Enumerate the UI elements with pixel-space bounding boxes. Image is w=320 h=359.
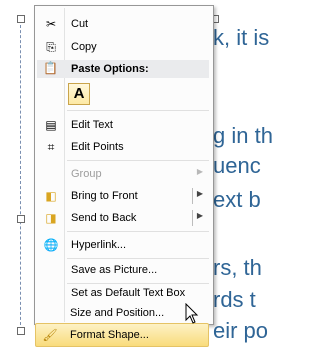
menu-item-label: Send to Back [71, 212, 137, 224]
mouse-cursor-icon [185, 303, 199, 324]
menu-item-label: Bring to Front [71, 190, 138, 202]
submenu-arrow-icon: ▶ [196, 167, 203, 176]
paint-brush-icon: 🖌 [42, 328, 58, 342]
menu-separator [67, 231, 209, 232]
menu-item-label: Hyperlink... [71, 239, 127, 251]
document-text-line: uenc [213, 153, 261, 178]
document-text-line: ext b [213, 187, 261, 212]
document-text-line: k, it is [213, 25, 270, 50]
menu-item-label: Save as Picture... [71, 264, 158, 276]
copy-icon: ⎘ [46, 40, 56, 54]
menu-separator [67, 160, 209, 161]
menu-item-label: Edit Points [71, 141, 124, 153]
split-divider [192, 210, 193, 226]
context-menu: ✂ Cut ⎘ Copy 📋 Paste Options: A ▤ Edit T… [34, 5, 214, 325]
resize-handle[interactable] [17, 15, 25, 23]
menu-item-edit-text[interactable]: ▤ Edit Text [37, 114, 209, 136]
menu-item-bring-to-front[interactable]: ◧ Bring to Front ▶ [37, 185, 209, 207]
menu-item-label: Set as Default Text Box [71, 287, 186, 299]
menu-separator [67, 110, 209, 111]
edit-points-icon: ⌗ [47, 140, 55, 154]
menu-item-hyperlink[interactable]: 🌐 Hyperlink... [37, 234, 209, 256]
menu-item-label: Format Shape... [70, 329, 149, 341]
menu-item-set-default-text-box[interactable]: Set as Default Text Box [37, 282, 209, 304]
menu-item-format-shape[interactable]: 🖌 Format Shape... [35, 323, 209, 347]
document-text-line: eir po [213, 318, 269, 343]
menu-item-save-as-picture[interactable]: Save as Picture... [37, 259, 209, 281]
scissors-icon: ✂ [45, 17, 57, 31]
resize-handle[interactable] [17, 327, 25, 335]
menu-item-edit-points[interactable]: ⌗ Edit Points [37, 136, 209, 158]
paste-keep-text-only-button[interactable]: A [68, 83, 90, 105]
text-box-border [20, 20, 22, 330]
globe-link-icon: 🌐 [43, 238, 59, 252]
submenu-arrow-icon[interactable]: ▶ [197, 211, 203, 220]
document-text-line: rs, th [213, 255, 262, 280]
menu-item-group[interactable]: Group ▶ [37, 163, 209, 185]
menu-item-label: Group [71, 168, 102, 180]
menu-item-copy[interactable]: ⎘ Copy [37, 36, 209, 58]
paste-options-label: Paste Options: [71, 63, 149, 75]
send-to-back-icon: ◨ [45, 211, 57, 225]
bring-to-front-icon: ◧ [45, 189, 57, 203]
submenu-arrow-icon[interactable]: ▶ [197, 189, 203, 198]
menu-item-size-and-position[interactable]: Size and Position... [36, 302, 208, 324]
menu-item-label: Copy [71, 41, 97, 53]
split-divider [192, 188, 193, 204]
resize-handle[interactable] [17, 215, 25, 223]
menu-item-label: Size and Position... [70, 307, 165, 319]
edit-text-icon: ▤ [45, 118, 57, 132]
menu-item-cut[interactable]: ✂ Cut [37, 13, 209, 35]
group-icon [43, 166, 59, 182]
menu-item-label: Cut [71, 18, 89, 30]
document-text-line: rds t [213, 287, 256, 312]
paste-options-header: 📋 Paste Options: [37, 60, 209, 78]
menu-item-send-to-back[interactable]: ◨ Send to Back ▶ [37, 207, 209, 229]
clipboard-icon: 📋 [43, 61, 58, 75]
menu-item-label: Edit Text [71, 119, 113, 131]
document-text-line: g in th [213, 123, 273, 148]
